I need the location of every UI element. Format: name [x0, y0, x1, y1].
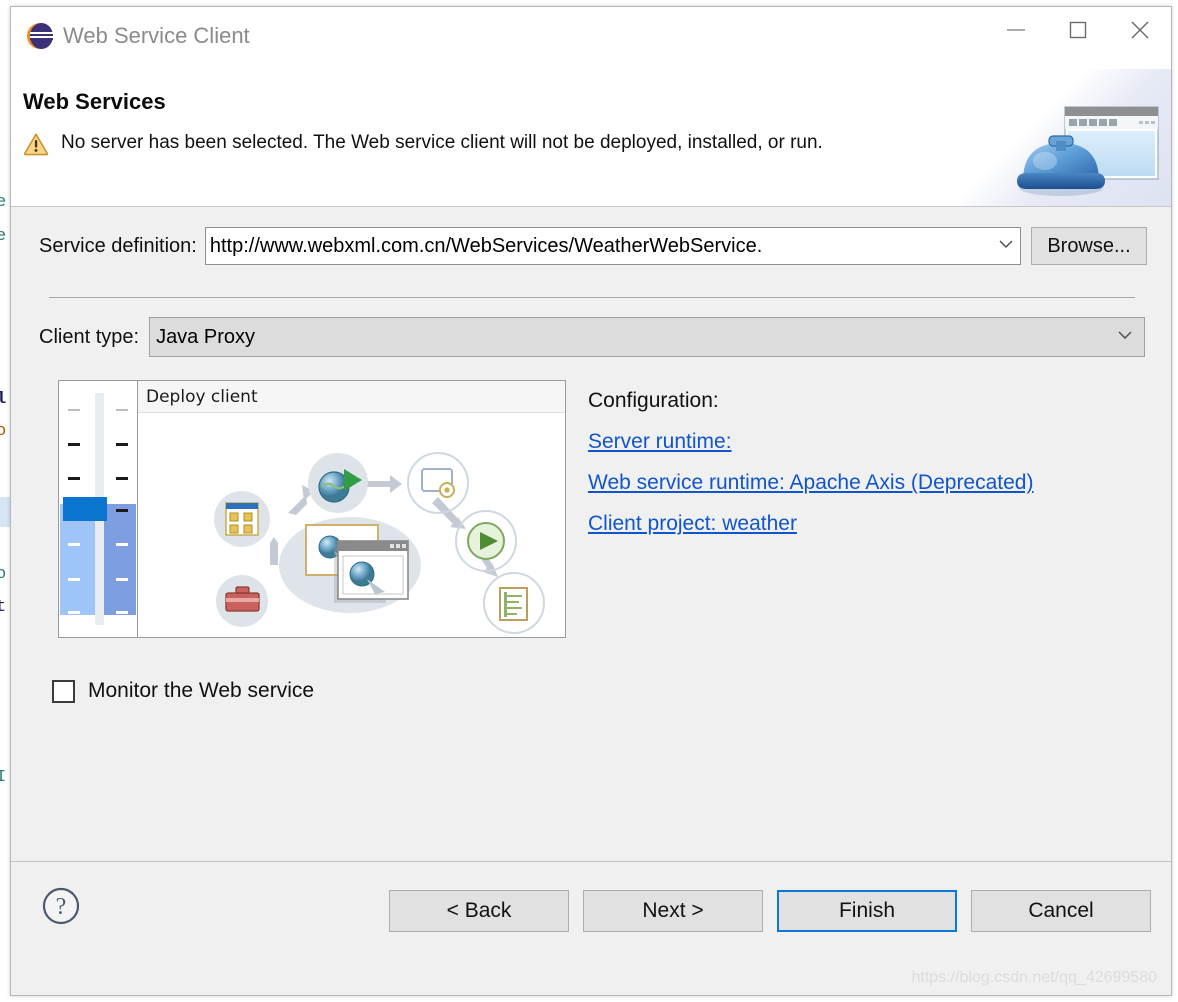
scale-tick	[116, 409, 128, 411]
background-text-fragment: e	[0, 193, 7, 212]
scale-tick	[116, 443, 128, 446]
deploy-client-illustration-panel: Deploy client	[58, 380, 566, 638]
server-runtime-link[interactable]: Server runtime:	[588, 430, 1033, 454]
browse-button[interactable]: Browse...	[1031, 227, 1147, 265]
chevron-down-icon[interactable]	[1116, 328, 1134, 346]
titlebar-left: Web Service Client	[11, 7, 250, 49]
window-title: Web Service Client	[63, 23, 250, 48]
chevron-down-icon[interactable]	[998, 237, 1014, 255]
back-button[interactable]: < Back	[389, 890, 569, 932]
scale-tick	[68, 611, 80, 614]
monitor-web-service-label: Monitor the Web service	[88, 679, 315, 702]
client-project-link[interactable]: Client project: weather	[588, 512, 1033, 536]
monitor-web-service-checkbox[interactable]	[52, 679, 75, 703]
warning-triangle-icon	[23, 132, 49, 161]
finish-button[interactable]: Finish	[777, 890, 957, 932]
scale-tick	[116, 477, 128, 480]
client-type-dropdown[interactable]: Java Proxy	[149, 317, 1145, 357]
deploy-client-diagram	[138, 413, 565, 637]
dialog-banner: Web Services No server has been selected…	[11, 69, 1171, 207]
service-definition-value[interactable]: http://www.webxml.com.cn/WebServices/Wea…	[210, 235, 992, 258]
warning-message: No server has been selected. The Web ser…	[61, 132, 823, 153]
configuration-heading: Configuration:	[588, 389, 719, 412]
client-type-label: Client type:	[39, 325, 140, 348]
web-service-client-dialog: Web Service Client Web Services No serve…	[10, 6, 1172, 996]
web-service-runtime-link[interactable]: Web service runtime: Apache Axis (Deprec…	[588, 471, 1033, 495]
background-text-fragment: t	[0, 598, 7, 617]
service-generation-scale[interactable]	[59, 381, 138, 637]
service-definition-row: Service definition: http://www.webxml.co…	[39, 227, 1147, 265]
scale-tick	[68, 477, 80, 480]
monitor-web-service-row[interactable]: Monitor the Web service	[52, 679, 314, 703]
scale-thumb[interactable]	[63, 497, 107, 521]
scale-tick	[68, 543, 80, 546]
deploy-diagram-area: Deploy client	[138, 381, 565, 637]
minimize-button[interactable]	[985, 7, 1047, 53]
next-button[interactable]: Next >	[583, 890, 763, 932]
service-definition-label: Service definition:	[39, 234, 197, 257]
page-title: Web Services	[23, 89, 166, 114]
configuration-block: Configuration: Server runtime: Web servi…	[588, 389, 1033, 553]
banner-warning: No server has been selected. The Web ser…	[23, 129, 1006, 161]
dialog-content: Service definition: http://www.webxml.co…	[11, 207, 1171, 861]
wizard-buttons: < Back Next > Finish Cancel	[389, 890, 1151, 932]
service-definition-combo[interactable]: http://www.webxml.com.cn/WebServices/Wea…	[204, 227, 1021, 265]
eclipse-icon	[27, 23, 53, 49]
client-type-value: Java Proxy	[156, 325, 255, 348]
background-text-fragment: o	[0, 565, 7, 584]
cancel-button[interactable]: Cancel	[971, 890, 1151, 932]
scale-tick	[116, 543, 128, 546]
client-type-row: Client type: Java Proxy	[39, 317, 1145, 357]
help-question-icon[interactable]: ?	[39, 884, 83, 933]
section-separator	[49, 297, 1135, 298]
scale-tick	[68, 578, 80, 581]
scale-tick	[116, 578, 128, 581]
background-text-fragment: l	[0, 390, 7, 409]
watermark: https://blog.csdn.net/qq_42699580	[911, 969, 1157, 986]
scale-tick	[116, 509, 128, 512]
background-text-fragment: I	[0, 768, 7, 787]
maximize-button[interactable]	[1047, 7, 1109, 53]
scale-tick	[116, 611, 128, 614]
deploy-client-title: Deploy client	[138, 381, 565, 413]
dialog-button-bar: ? < Back Next > Finish Cancel https://bl…	[11, 861, 1171, 995]
window-controls	[985, 7, 1171, 53]
background-text-fragment: o	[0, 422, 7, 441]
background-text-fragment: e	[0, 227, 7, 246]
close-button[interactable]	[1109, 7, 1171, 53]
svg-text:?: ?	[56, 894, 67, 920]
dialog-titlebar: Web Service Client	[11, 7, 1171, 69]
web-service-dome-window-icon	[1013, 93, 1165, 201]
scale-tick	[68, 409, 80, 411]
scale-tick	[68, 443, 80, 446]
